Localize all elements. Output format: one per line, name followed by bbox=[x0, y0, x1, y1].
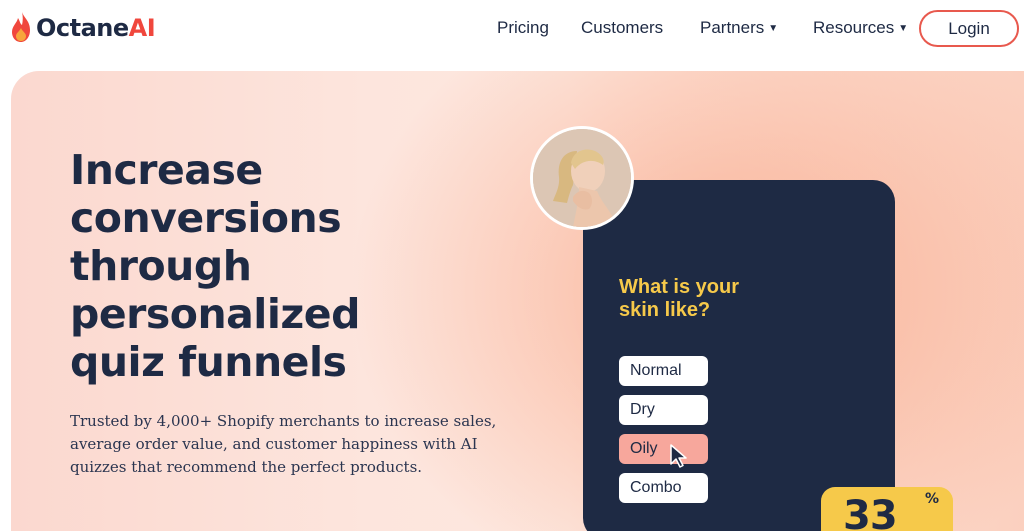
nav-partners[interactable]: Partners ▼ bbox=[700, 18, 778, 38]
stat-unit: % bbox=[925, 491, 940, 507]
mouse-pointer-icon bbox=[670, 444, 687, 468]
nav-customers[interactable]: Customers bbox=[581, 18, 663, 38]
quiz-option-dry[interactable]: Dry bbox=[619, 395, 708, 425]
quiz-option-oily[interactable]: Oily bbox=[619, 434, 708, 464]
hero-subtext: Trusted by 4,000+ Shopify merchants to i… bbox=[70, 410, 497, 479]
hero-headline: Increase conversions through personalize… bbox=[70, 146, 360, 386]
subtext-line: Trusted by 4,000+ Shopify merchants to i… bbox=[70, 412, 497, 430]
headline-line: through bbox=[70, 242, 252, 290]
logo-wordmark: OctaneAI bbox=[36, 14, 156, 42]
model-portrait-image bbox=[530, 126, 634, 230]
subtext-line: quizzes that recommend the perfect produ… bbox=[70, 458, 423, 476]
portrait-illustration bbox=[533, 129, 631, 227]
headline-line: conversions bbox=[70, 194, 342, 242]
flame-icon bbox=[12, 12, 30, 42]
quiz-preview-card: What is your skin like? Normal Dry Oily … bbox=[583, 180, 895, 531]
caret-down-icon: ▼ bbox=[898, 23, 909, 34]
quiz-question: What is your skin like? bbox=[619, 276, 819, 322]
headline-line: quiz funnels bbox=[70, 338, 347, 386]
quiz-option-combo[interactable]: Combo bbox=[619, 473, 708, 503]
caret-down-icon: ▼ bbox=[768, 23, 779, 34]
quiz-option-normal[interactable]: Normal bbox=[619, 356, 708, 386]
nav-pricing[interactable]: Pricing bbox=[497, 18, 549, 38]
quiz-question-line: skin like? bbox=[619, 299, 711, 321]
nav-resources[interactable]: Resources ▼ bbox=[813, 18, 908, 38]
headline-line: personalized bbox=[70, 290, 360, 338]
login-button[interactable]: Login bbox=[919, 10, 1019, 47]
hero-section: Increase conversions through personalize… bbox=[11, 71, 1024, 531]
octane-ai-logo[interactable]: OctaneAI bbox=[9, 8, 156, 48]
subtext-line: average order value, and customer happin… bbox=[70, 435, 478, 453]
headline-line: Increase bbox=[70, 146, 263, 194]
stat-badge: 33 % bbox=[821, 487, 953, 531]
stat-value: 33 bbox=[843, 493, 898, 531]
quiz-question-line: What is your bbox=[619, 276, 740, 298]
site-header: OctaneAI Pricing Customers Partners ▼ Res… bbox=[0, 0, 1024, 62]
